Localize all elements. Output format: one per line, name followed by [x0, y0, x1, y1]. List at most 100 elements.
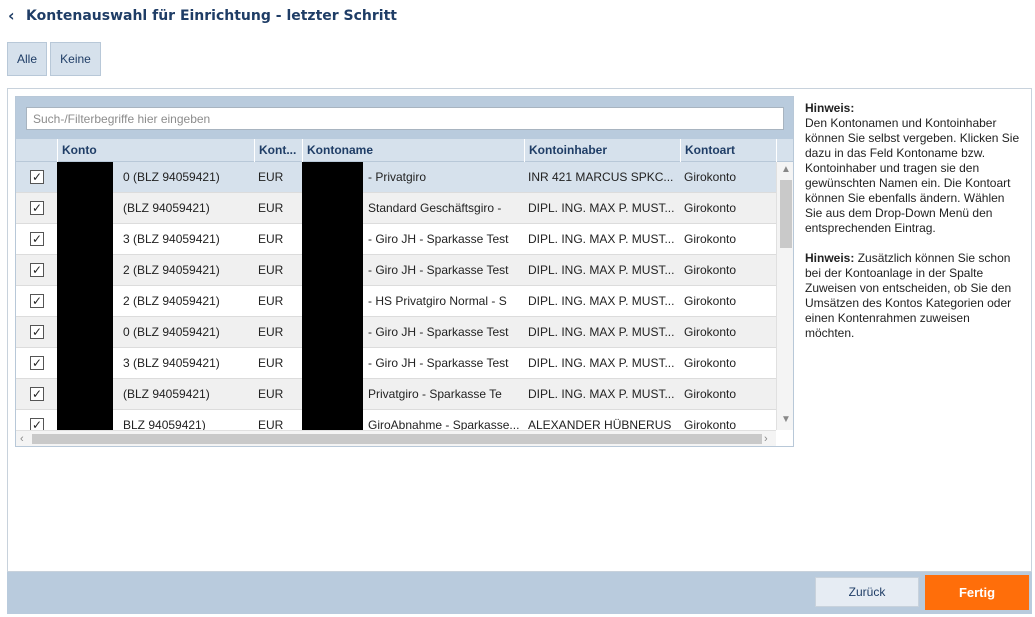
cell-kontoname[interactable]: Privatgiro - Sparkasse Te	[364, 379, 524, 409]
table-header: Konto Kont... Kontoname Kontoinhaber Kon…	[16, 139, 793, 162]
redaction-block	[57, 224, 113, 255]
cell-waehrung: EUR	[258, 170, 284, 184]
table-row[interactable]: ✓ 3 (BLZ 94059421) EUR - Giro JH - Sparkass…	[16, 224, 776, 255]
cell-kontoart[interactable]: Girokonto	[680, 379, 776, 409]
header-kontoart[interactable]: Kontoart	[680, 139, 776, 162]
cell-kontoinhaber[interactable]: DIPL. ING. MAX P. MUST...	[524, 224, 680, 254]
redaction-block	[302, 410, 363, 430]
cell-kontoinhaber[interactable]: ALEXANDER HÜBNERUS	[524, 410, 680, 430]
cell-konto: 3 (BLZ 94059421)	[123, 232, 220, 246]
header-checkbox-column	[16, 139, 57, 162]
vertical-scrollbar[interactable]: ▲ ▼	[776, 162, 793, 430]
row-checkbox[interactable]: ✓	[30, 294, 44, 308]
back-chevron-icon[interactable]: ‹	[8, 7, 26, 25]
redaction-block	[57, 348, 113, 379]
table-row[interactable]: ✓ (BLZ 94059421) EUR Standard Geschäftsgiro…	[16, 193, 776, 224]
cell-kontoart[interactable]: Girokonto	[680, 348, 776, 378]
header-konto[interactable]: Konto	[57, 139, 254, 162]
cell-konto: 0 (BLZ 94059421)	[123, 325, 220, 339]
header-kontoinhaber[interactable]: Kontoinhaber	[524, 139, 680, 162]
redaction-block	[302, 255, 363, 286]
horizontal-scroll-thumb[interactable]	[32, 434, 762, 444]
cell-waehrung: EUR	[258, 325, 284, 339]
check-icon: ✓	[31, 294, 43, 308]
table-body: ✓ 0 (BLZ 94059421) EUR - Privatgiro INR 421 …	[16, 162, 776, 430]
footer-bar: Zurück Fertig	[7, 572, 1032, 614]
cell-konto: 0 (BLZ 94059421)	[123, 170, 220, 184]
cell-kontoname[interactable]: - Giro JH - Sparkasse Test	[364, 255, 524, 285]
cell-kontoname[interactable]: - Giro JH - Sparkasse Test	[364, 348, 524, 378]
cell-konto: 2 (BLZ 94059421)	[123, 263, 220, 277]
check-icon: ✓	[31, 325, 43, 339]
row-checkbox[interactable]: ✓	[30, 356, 44, 370]
filter-bar	[16, 97, 793, 139]
scroll-up-icon[interactable]: ▲	[777, 164, 793, 175]
row-checkbox[interactable]: ✓	[30, 170, 44, 184]
table-row[interactable]: ✓ (BLZ 94059421) EUR Privatgiro - Sparkasse…	[16, 379, 776, 410]
cell-kontoart[interactable]: Girokonto	[680, 286, 776, 316]
cell-kontoart[interactable]: Girokonto	[680, 255, 776, 285]
cell-kontoart[interactable]: Girokonto	[680, 162, 776, 192]
cell-konto: BLZ 94059421)	[123, 418, 206, 430]
check-icon: ✓	[31, 356, 43, 370]
cell-kontoname[interactable]: GiroAbnahme - Sparkasse...	[364, 410, 524, 430]
redaction-block	[302, 348, 363, 379]
cell-konto: 2 (BLZ 94059421)	[123, 294, 220, 308]
row-checkbox[interactable]: ✓	[30, 263, 44, 277]
table-row[interactable]: ✓ BLZ 94059421) EUR GiroAbnahme - Sparkasse…	[16, 410, 776, 430]
hint-label-2: Hinweis:	[805, 251, 855, 265]
redaction-block	[57, 317, 113, 348]
cell-kontoname[interactable]: - Giro JH - Sparkasse Test	[364, 317, 524, 347]
check-icon: ✓	[31, 201, 43, 215]
cell-kontoart[interactable]: Girokonto	[680, 224, 776, 254]
table-row[interactable]: ✓ 0 (BLZ 94059421) EUR - Giro JH - Sparkass…	[16, 317, 776, 348]
check-icon: ✓	[31, 232, 43, 246]
back-button[interactable]: Zurück	[815, 577, 919, 607]
cell-kontoname[interactable]: - HS Privatgiro Normal - S	[364, 286, 524, 316]
hint-paragraph-2: Hinweis: Zusätzlich können Sie schon bei…	[805, 251, 1020, 341]
cell-kontoinhaber[interactable]: INR 421 MARCUS SPKC...	[524, 162, 680, 192]
cell-kontoinhaber[interactable]: DIPL. ING. MAX P. MUST...	[524, 317, 680, 347]
cell-waehrung: EUR	[258, 201, 284, 215]
table-row[interactable]: ✓ 0 (BLZ 94059421) EUR - Privatgiro INR 421 …	[16, 162, 776, 193]
cell-kontoname[interactable]: Standard Geschäftsgiro -	[364, 193, 524, 223]
cell-kontoname[interactable]: - Privatgiro	[364, 162, 524, 192]
vertical-scroll-thumb[interactable]	[780, 180, 792, 248]
header-spacer	[776, 139, 793, 162]
row-checkbox[interactable]: ✓	[30, 325, 44, 339]
cell-kontoinhaber[interactable]: DIPL. ING. MAX P. MUST...	[524, 193, 680, 223]
table-row[interactable]: ✓ 2 (BLZ 94059421) EUR - HS Privatgiro Norm…	[16, 286, 776, 317]
cell-kontoname[interactable]: - Giro JH - Sparkasse Test	[364, 224, 524, 254]
row-checkbox[interactable]: ✓	[30, 232, 44, 246]
redaction-block	[57, 379, 113, 410]
cell-kontoinhaber[interactable]: DIPL. ING. MAX P. MUST...	[524, 255, 680, 285]
horizontal-scrollbar[interactable]: ‹ ›	[16, 430, 776, 446]
header-kontoname[interactable]: Kontoname	[302, 139, 524, 162]
cell-konto: 3 (BLZ 94059421)	[123, 356, 220, 370]
cell-kontoart[interactable]: Girokonto	[680, 410, 776, 430]
row-checkbox[interactable]: ✓	[30, 418, 44, 430]
cell-waehrung: EUR	[258, 263, 284, 277]
table-row[interactable]: ✓ 3 (BLZ 94059421) EUR - Giro JH - Sparkass…	[16, 348, 776, 379]
row-checkbox[interactable]: ✓	[30, 387, 44, 401]
row-checkbox[interactable]: ✓	[30, 201, 44, 215]
scroll-right-icon[interactable]: ›	[764, 431, 768, 446]
cell-kontoart[interactable]: Girokonto	[680, 317, 776, 347]
header-waehrung[interactable]: Kont...	[254, 139, 302, 162]
check-icon: ✓	[31, 387, 43, 401]
select-none-button[interactable]: Keine	[50, 42, 101, 76]
scroll-down-icon[interactable]: ▼	[777, 414, 793, 425]
main-panel: Konto Kont... Kontoname Kontoinhaber Kon…	[7, 88, 1032, 572]
check-icon: ✓	[31, 418, 43, 430]
finish-button[interactable]: Fertig	[925, 575, 1029, 610]
scroll-left-icon[interactable]: ‹	[20, 431, 24, 446]
cell-kontoart[interactable]: Girokonto	[680, 193, 776, 223]
search-input[interactable]	[26, 107, 784, 130]
cell-kontoinhaber[interactable]: DIPL. ING. MAX P. MUST...	[524, 348, 680, 378]
select-all-button[interactable]: Alle	[7, 42, 47, 76]
cell-waehrung: EUR	[258, 418, 284, 430]
cell-kontoinhaber[interactable]: DIPL. ING. MAX P. MUST...	[524, 379, 680, 409]
table-row[interactable]: ✓ 2 (BLZ 94059421) EUR - Giro JH - Sparkass…	[16, 255, 776, 286]
cell-kontoinhaber[interactable]: DIPL. ING. MAX P. MUST...	[524, 286, 680, 316]
redaction-block	[57, 193, 113, 224]
